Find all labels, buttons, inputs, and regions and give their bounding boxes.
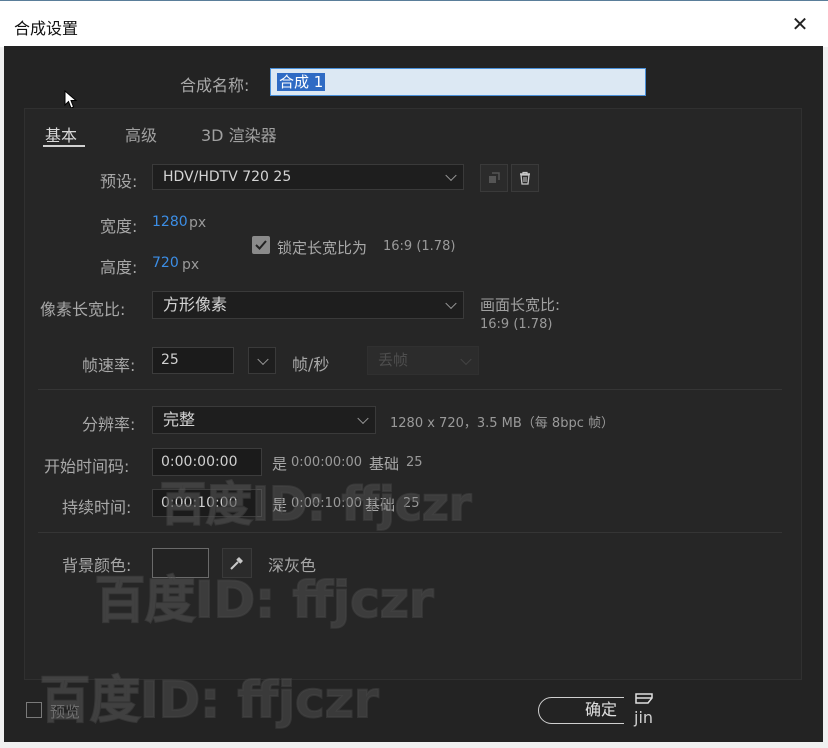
corner-text: jin — [634, 708, 654, 727]
start-timecode-base-value: 25 — [406, 455, 423, 470]
resolution-label: 分辨率: — [82, 415, 136, 434]
pixel-aspect-dropdown[interactable]: 方形像素 — [152, 291, 464, 319]
start-timecode-is: 是 — [272, 455, 288, 473]
flag-icon — [635, 693, 653, 704]
frame-aspect-label: 画面长宽比: — [480, 296, 561, 314]
eyedropper-button[interactable] — [222, 548, 252, 578]
pixel-aspect-value: 方形像素 — [163, 295, 228, 314]
ok-button-label: 确定 — [584, 700, 617, 719]
save-preset-icon — [489, 172, 500, 183]
close-icon[interactable]: ✕ — [790, 14, 810, 34]
eyedropper-icon — [230, 557, 243, 570]
chevron-down-icon — [357, 412, 369, 425]
frame-rate-dropdown[interactable] — [248, 347, 276, 374]
save-preset-button[interactable] — [480, 164, 508, 192]
duration-input[interactable]: 0:00:10:00 — [152, 489, 262, 517]
duration-is: 是 — [272, 496, 288, 514]
tab-basic-underline — [43, 145, 85, 147]
preset-dropdown[interactable]: HDV/HDTV 720 25 — [152, 164, 464, 190]
lock-aspect-checkbox[interactable] — [252, 236, 270, 254]
width-unit: px — [189, 215, 207, 231]
frame-rate-label: 帧速率: — [82, 356, 136, 375]
tab-advanced[interactable]: 高级 — [125, 122, 157, 146]
background-color-name: 深灰色 — [268, 556, 317, 575]
drop-frame-dropdown: 丢帧 — [367, 346, 479, 375]
resolution-info: 1280 x 720，3.5 MB（每 8bpc 帧） — [390, 416, 614, 431]
lock-aspect-label: 锁定长宽比为 — [277, 239, 368, 257]
height-unit: px — [182, 257, 200, 273]
divider-1 — [38, 389, 782, 390]
preset-value: HDV/HDTV 720 25 — [163, 169, 292, 185]
resolution-dropdown[interactable]: 完整 — [152, 406, 376, 434]
trash-icon — [520, 171, 530, 185]
start-timecode-input[interactable]: 0:00:00:00 — [152, 448, 262, 476]
preset-label: 预设: — [100, 172, 138, 191]
tab-basic[interactable]: 基本 — [45, 122, 77, 146]
background-color-swatch[interactable] — [152, 548, 209, 578]
duration-label: 持续时间: — [62, 498, 132, 517]
tab-3d-renderer[interactable]: 3D 渲染器 — [201, 122, 277, 146]
height-value[interactable]: 720 — [152, 255, 179, 271]
checkmark-icon — [255, 240, 267, 250]
divider-2 — [38, 532, 782, 533]
duration-base-label: 基础 — [365, 496, 396, 514]
frame-rate-input[interactable]: 25 — [152, 347, 234, 374]
width-label: 宽度: — [100, 217, 138, 236]
window-titlebar — [0, 0, 828, 47]
width-value[interactable]: 1280 — [152, 214, 188, 230]
background-color-label: 背景颜色: — [62, 556, 132, 575]
start-timecode-base-label: 基础 — [369, 455, 400, 473]
frame-rate-unit: 帧/秒 — [292, 355, 330, 374]
preview-checkbox[interactable] — [26, 702, 42, 718]
comp-name-input[interactable]: 合成 1 — [270, 68, 646, 96]
lock-aspect-ratio: 16:9 (1.78) — [383, 239, 456, 254]
settings-panel — [24, 108, 802, 680]
drop-frame-value: 丢帧 — [378, 351, 409, 369]
chevron-down-icon — [445, 297, 457, 310]
duration-base-value: 25 — [403, 496, 420, 511]
preview-label: 预览 — [50, 703, 81, 721]
resolution-value: 完整 — [163, 410, 196, 429]
start-timecode-label: 开始时间码: — [44, 457, 130, 476]
pixel-aspect-label: 像素长宽比: — [40, 300, 126, 319]
comp-name-label: 合成名称: — [180, 76, 250, 95]
chevron-down-icon — [460, 353, 472, 365]
height-label: 高度: — [100, 258, 138, 277]
delete-preset-button[interactable] — [511, 164, 539, 192]
chevron-down-icon — [257, 353, 269, 365]
frame-aspect-value: 16:9 (1.78) — [480, 317, 553, 332]
duration-is-value: 0:00:10:00 — [291, 496, 363, 511]
chevron-down-icon — [445, 169, 457, 182]
window-title: 合成设置 — [14, 19, 79, 38]
start-timecode-is-value: 0:00:00:00 — [291, 455, 363, 470]
mouse-cursor-icon — [64, 90, 78, 109]
comp-name-value: 合成 1 — [277, 73, 326, 91]
